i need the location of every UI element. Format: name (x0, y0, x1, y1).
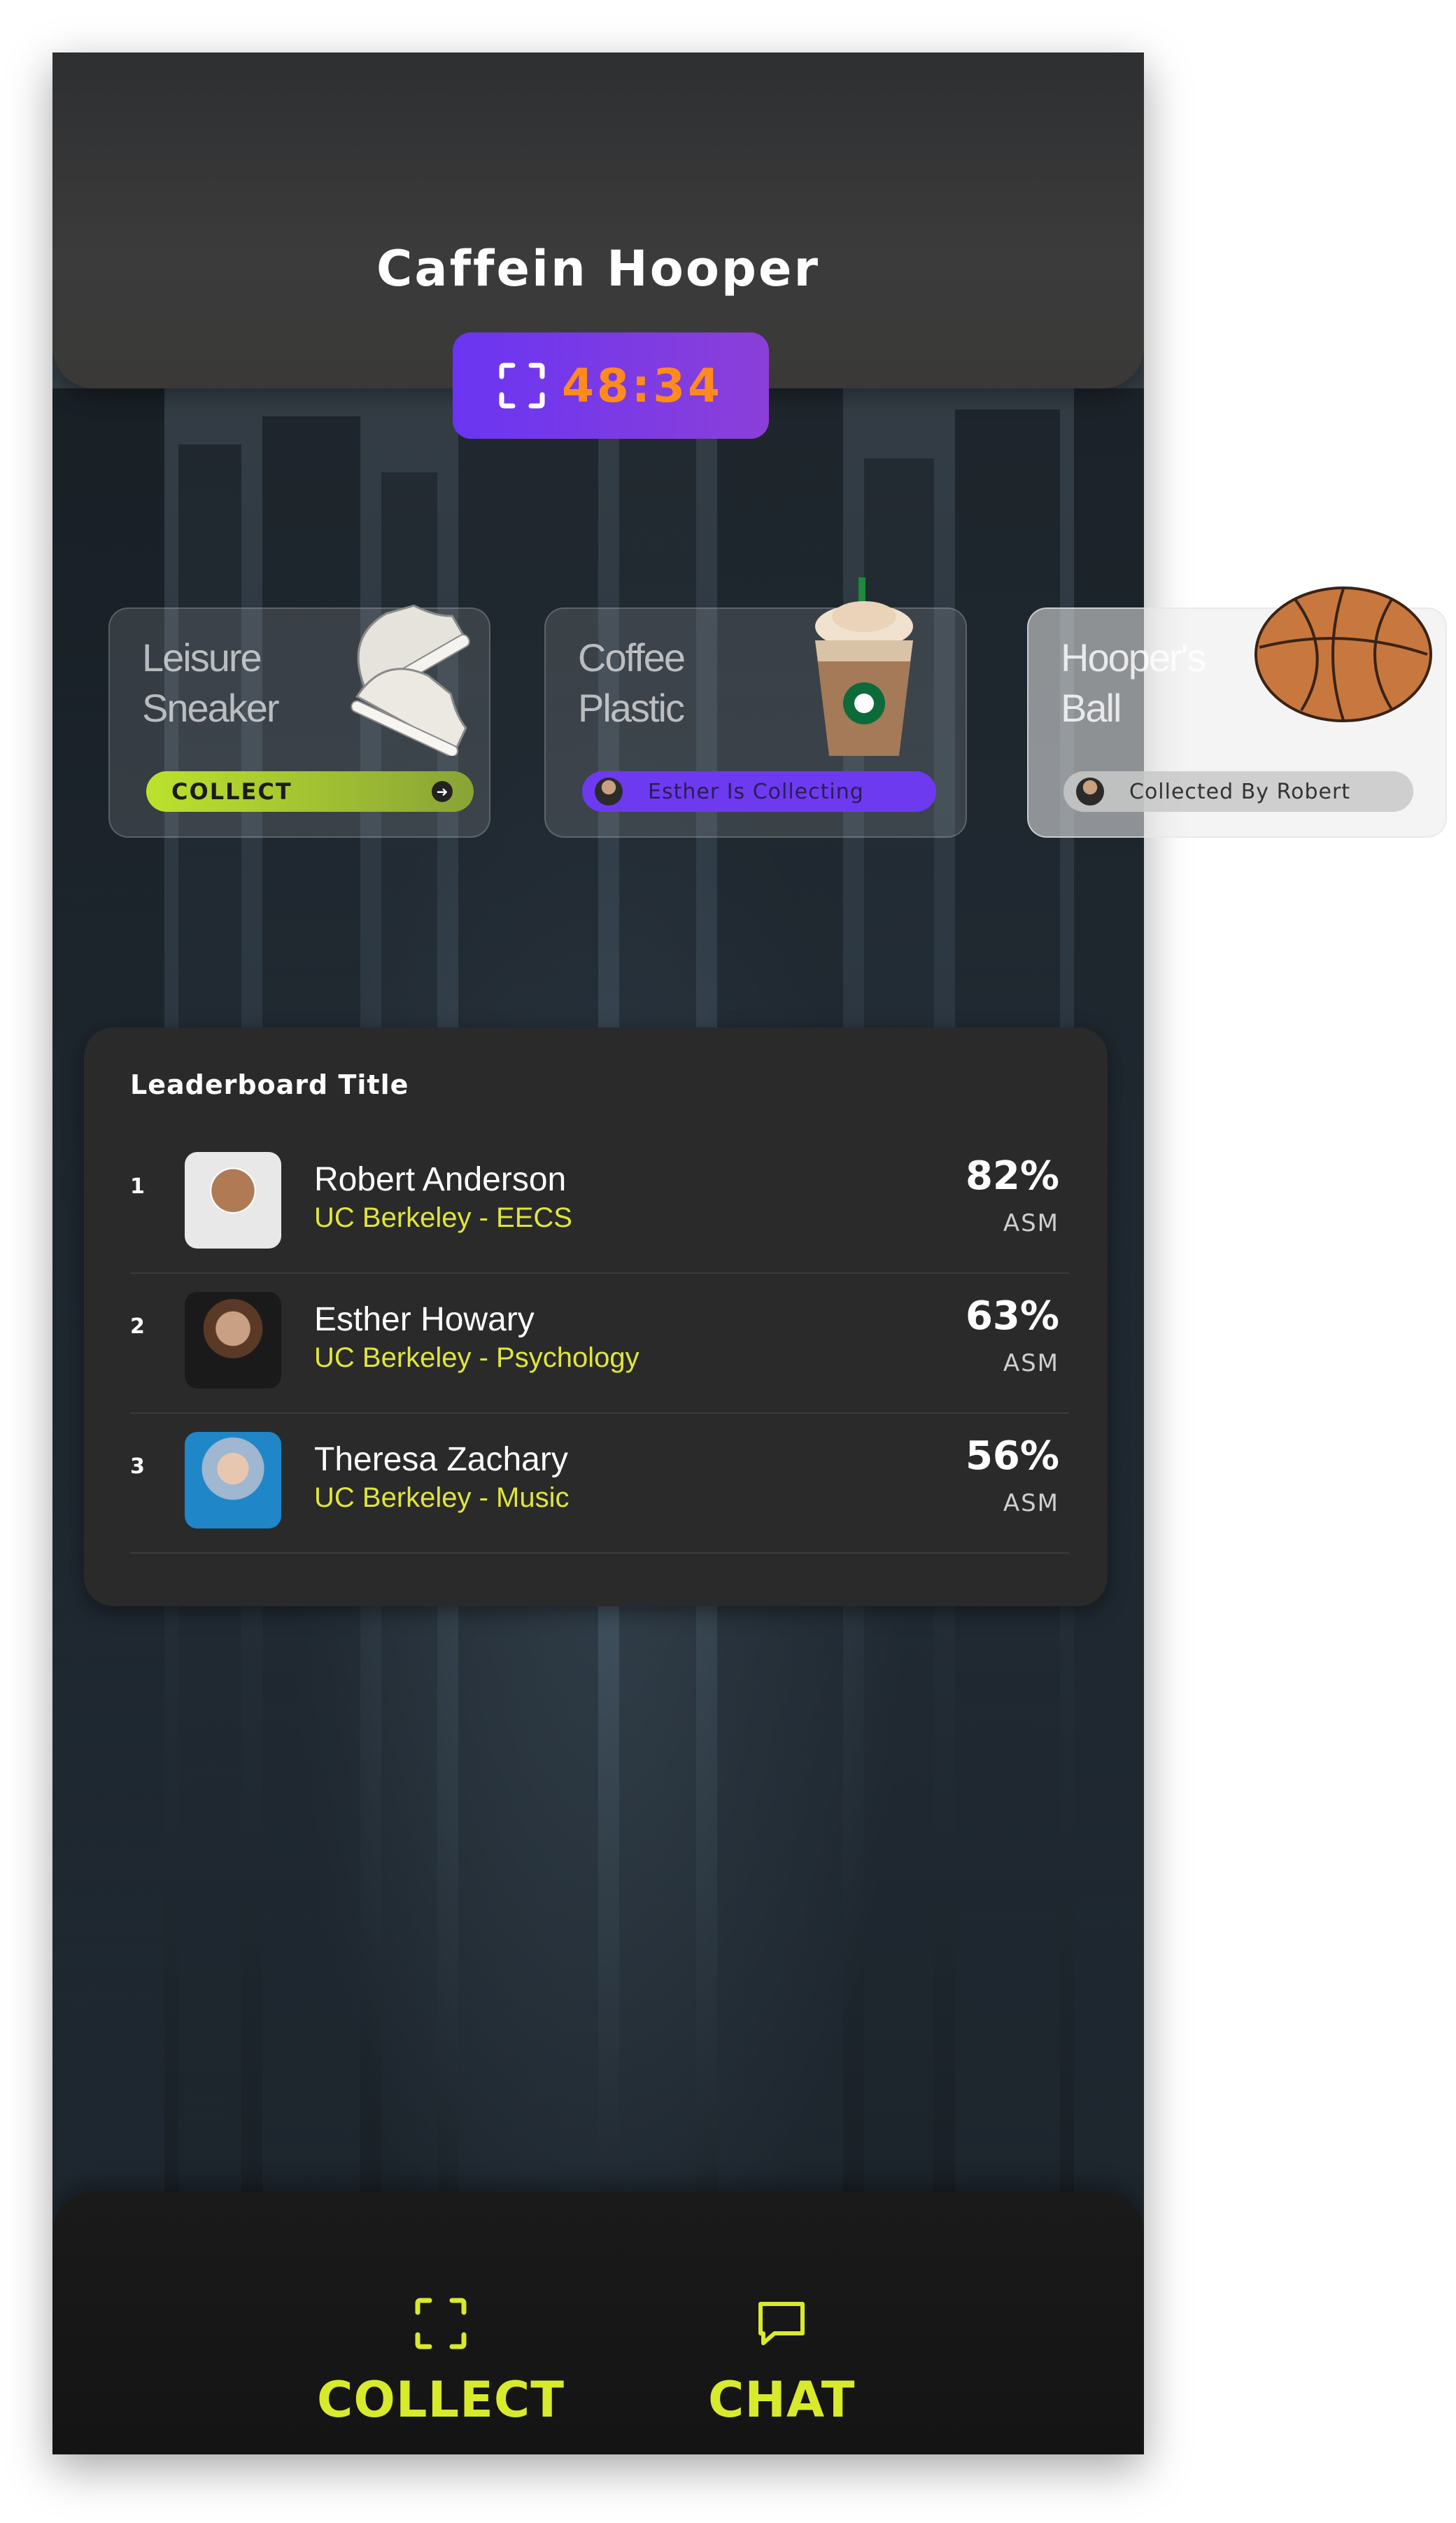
player-school: UC Berkeley - EECS (314, 1202, 572, 1233)
percent-unit: ASM (1003, 1209, 1059, 1237)
avatar (595, 778, 623, 806)
collect-nav-button[interactable]: COLLECT (317, 2297, 565, 2429)
item-name: Leisure Sneaker (142, 635, 280, 730)
player-percent: 82% (965, 1153, 1059, 1199)
leaderboard-row[interactable]: 1 Robert Anderson UC Berkeley - EECS 82%… (130, 1132, 1069, 1274)
arrow-right-icon: ➜ (432, 781, 453, 802)
player-school: UC Berkeley - Music (314, 1482, 570, 1513)
player-school: UC Berkeley - Psychology (314, 1342, 639, 1373)
collect-item-button[interactable]: COLLECT ➜ (146, 771, 474, 812)
player-percent: 63% (965, 1293, 1059, 1339)
timer-value: 48:34 (561, 358, 723, 413)
page-title: Caffein Hooper (376, 240, 821, 297)
chat-nav-button[interactable]: CHAT (708, 2297, 855, 2429)
avatar (1076, 778, 1104, 806)
frappuccino-cup-image (815, 577, 913, 756)
leaderboard-title: Leaderboard Title (130, 1069, 409, 1100)
avatar (185, 1152, 281, 1249)
scan-icon (415, 2298, 467, 2349)
percent-unit: ASM (1003, 1349, 1059, 1377)
avatar (185, 1432, 281, 1528)
item-card-coffee[interactable]: Coffee Plastic Esther Is Collecting (544, 577, 967, 838)
item-name: Coffee Plastic (578, 635, 686, 730)
player-percent: 56% (965, 1433, 1059, 1479)
item-card-sneaker[interactable]: Leisure Sneaker COLLECT ➜ (108, 604, 490, 838)
timer-badge: 48:34 (453, 332, 769, 439)
basketball-image (1254, 586, 1432, 722)
leaderboard-row[interactable]: 2 Esther Howary UC Berkeley - Psychology… (130, 1272, 1069, 1414)
collected-status: Collected By Robert (1063, 771, 1413, 812)
chat-bubble-icon (758, 2302, 805, 2345)
leaderboard-panel: Leaderboard Title 1 Robert Anderson UC B… (84, 1027, 1108, 1606)
player-name: Theresa Zachary (314, 1441, 568, 1478)
scan-icon (499, 363, 545, 409)
item-card-ball[interactable]: Hooper's Ball Collected By Robert (1027, 586, 1447, 838)
avatar (185, 1292, 281, 1389)
bottom-nav: COLLECT CHAT (52, 2192, 1144, 2454)
sneaker-image (351, 604, 470, 756)
leaderboard-row[interactable]: 3 Theresa Zachary UC Berkeley - Music 56… (130, 1412, 1069, 1554)
collecting-status: Esther Is Collecting (582, 771, 936, 812)
item-name: Hooper's Ball (1061, 635, 1206, 730)
percent-unit: ASM (1003, 1489, 1059, 1517)
player-name: Esther Howary (314, 1301, 535, 1338)
player-name: Robert Anderson (314, 1161, 567, 1198)
phone-screen: Caffein Hooper 48:34 Leisure Sneaker COLL… (52, 52, 1144, 2454)
